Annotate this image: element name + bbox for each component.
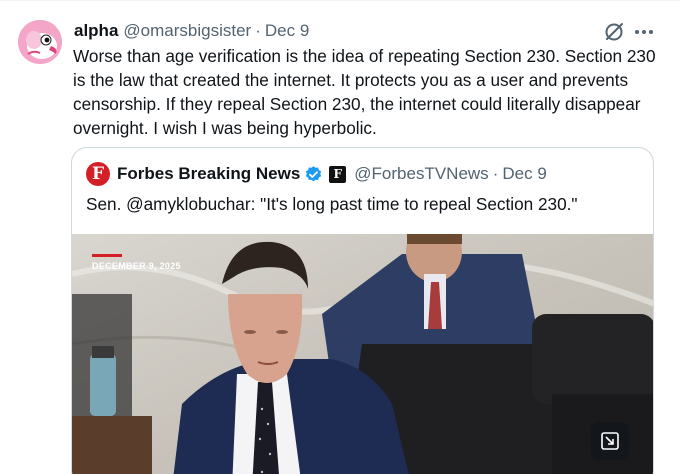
verified-badge-icon [304, 165, 323, 184]
forbes-logo-avatar[interactable]: F [86, 162, 110, 186]
quoted-media-image[interactable]: DECEMBER 9, 2025 [72, 234, 653, 474]
avatar[interactable] [18, 20, 62, 64]
quoted-author-handle[interactable]: @ForbesTVNews [354, 164, 488, 184]
author-handle[interactable]: @omarsbigsister [123, 21, 251, 41]
media-date-caption: DECEMBER 9, 2025 [92, 261, 181, 271]
quoted-tweet[interactable]: F Forbes Breaking News F @ForbesTVNews ·… [71, 147, 654, 474]
author-name[interactable]: alpha [74, 21, 118, 41]
quoted-tweet-text: Sen. @amyklobuchar: "It's long past time… [86, 194, 578, 214]
affiliate-badge-icon[interactable]: F [329, 165, 347, 183]
more-icon[interactable] [633, 21, 655, 43]
tweet-header: alpha @omarsbigsister · Dec 9 [74, 20, 309, 42]
separator-dot: · [492, 164, 499, 183]
quoted-author-name[interactable]: Forbes Breaking News [117, 164, 300, 184]
separator-dot: · [255, 21, 261, 40]
grok-icon[interactable] [603, 21, 625, 43]
expand-media-icon[interactable] [591, 422, 629, 460]
tweet[interactable]: alpha @omarsbigsister · Dec 9 Worse than… [0, 0, 680, 474]
tweet-date[interactable]: Dec 9 [265, 21, 309, 41]
caption-accent-bar [92, 254, 122, 257]
quoted-tweet-date[interactable]: Dec 9 [502, 164, 546, 184]
tweet-text: Worse than age verification is the idea … [73, 46, 656, 138]
quoted-tweet-header: F Forbes Breaking News F @ForbesTVNews ·… [86, 162, 547, 186]
